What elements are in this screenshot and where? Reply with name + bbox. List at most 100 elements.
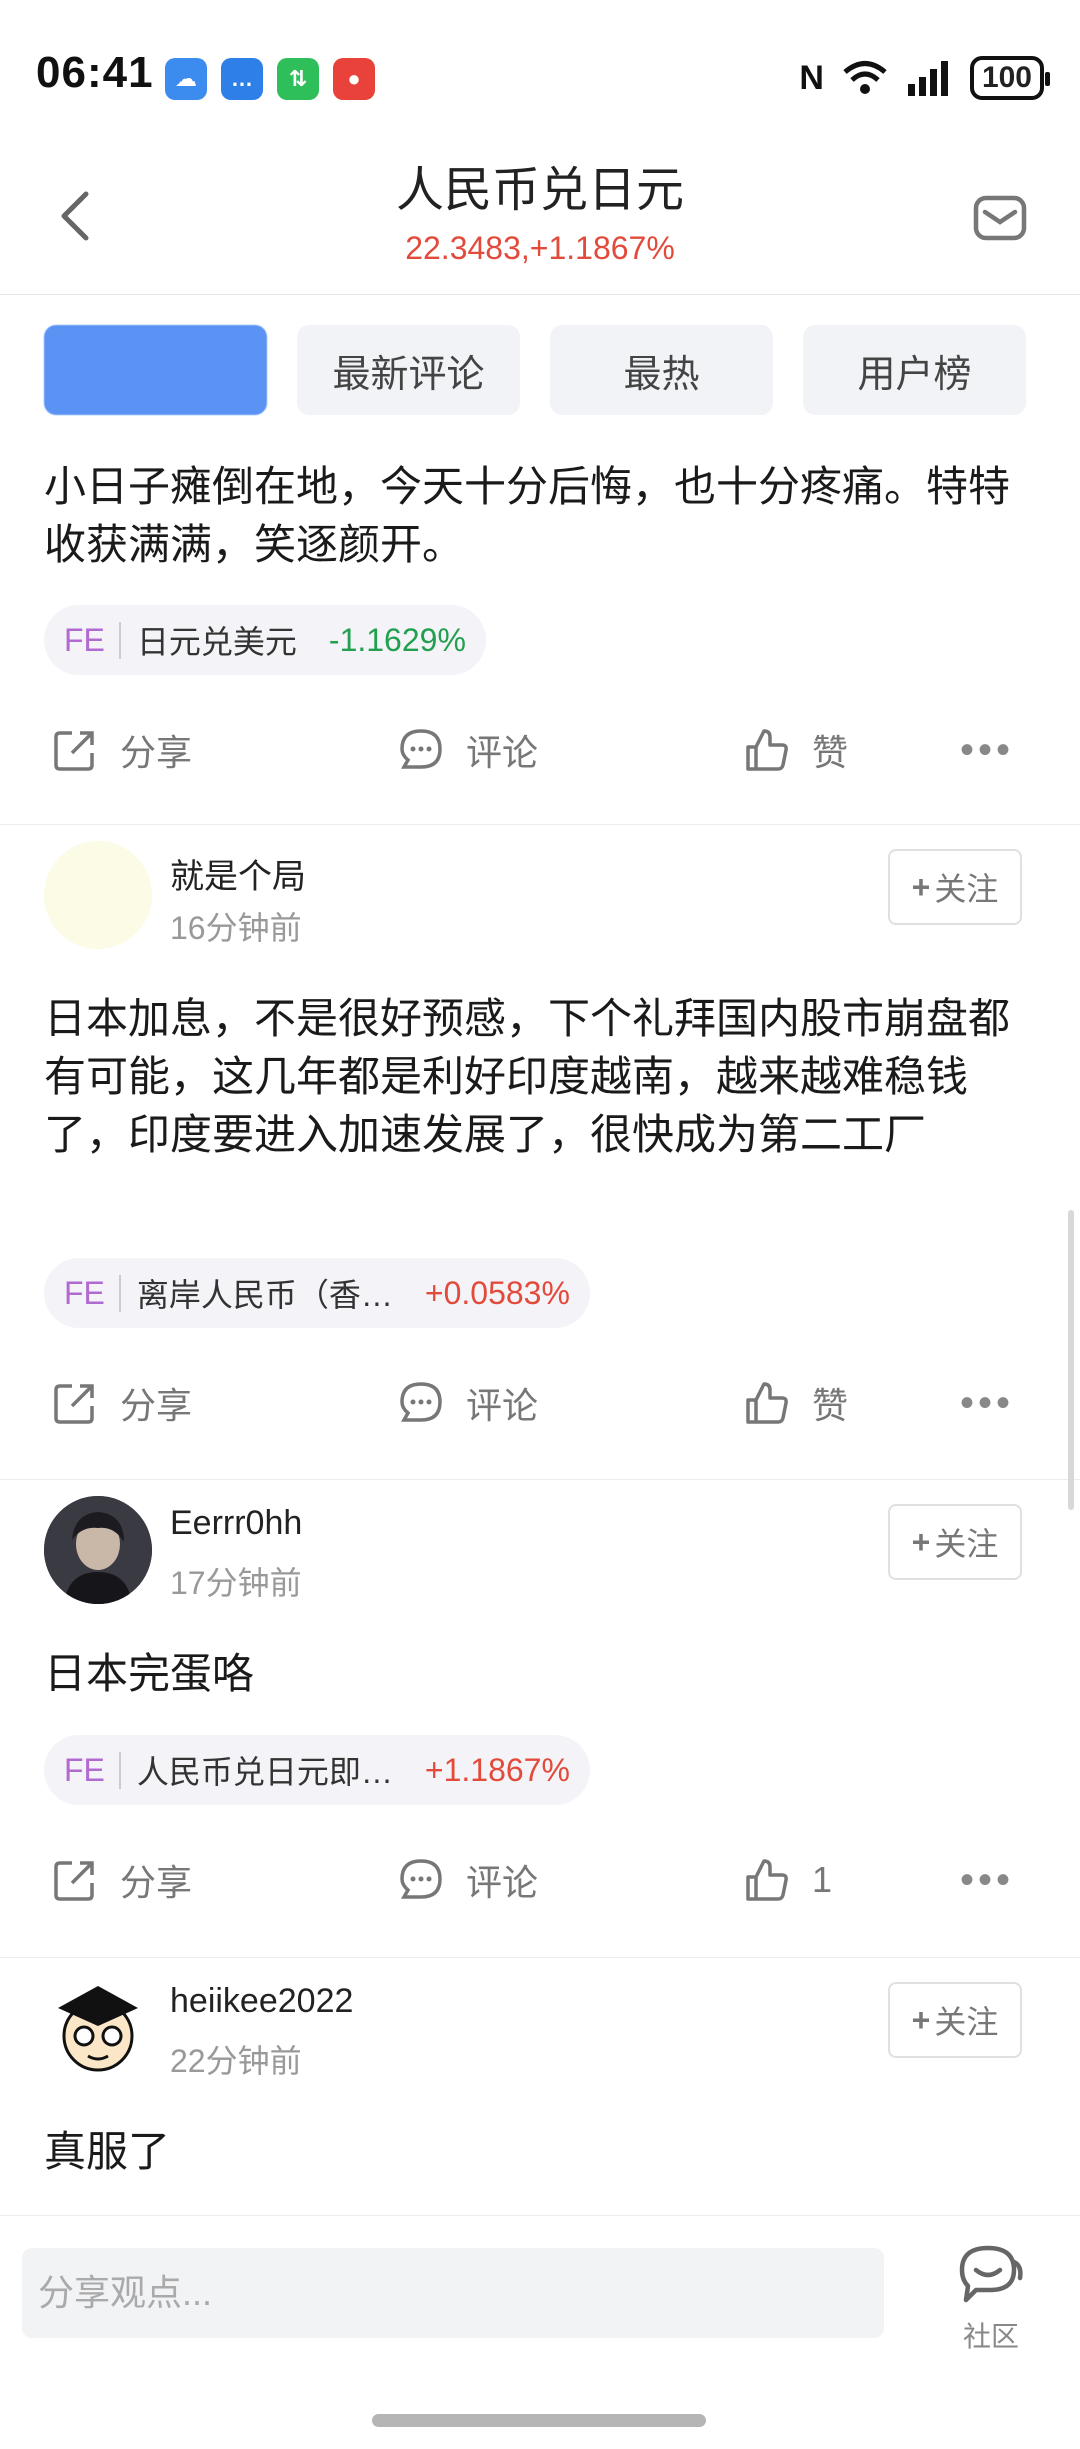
share-icon [54,1861,94,1901]
post-text: 真服了 [44,2128,171,2175]
post-time: 22分钟前 [170,2043,302,2079]
post-card: Eerrr0hh 17分钟前 + 关注 日本完蛋咯 FE 人民币兑日元即… +1… [0,1480,1080,1958]
chip-name: 日元兑美元 [136,624,297,660]
chip-tag: FE [64,1751,121,1789]
signal-icon [907,61,948,96]
share-label: 分享 [120,1385,193,1426]
username[interactable]: 就是个局 [170,849,306,898]
like-button[interactable]: 赞 [744,710,848,790]
more-icon[interactable]: ••• [960,1381,1014,1426]
mail-icon[interactable] [970,188,1030,248]
plus-icon: + [911,1523,931,1560]
chip-change: +1.1867% [424,1751,570,1788]
comment-icon [400,1382,442,1422]
share-button[interactable]: 分享 [52,1363,192,1443]
cloud-app-icon: ☁ [165,58,207,100]
stock-chip[interactable]: FE 日元兑美元 -1.1629% [44,605,486,675]
post-author-row: Eerrr0hh 17分钟前 + 关注 [0,1496,1080,1616]
post-text: 日本完蛋咯 [44,1650,255,1697]
post-text: 日本加息，不是很好预感，下个礼拜国内股市崩盘都有可能，这几年都是利好印度越南，越… [44,995,1011,1158]
wifi-icon [843,61,887,94]
comment-button[interactable]: 评论 [398,1363,538,1443]
post-card: 就是个局 16分钟前 + 关注 日本加息，不是很好预感，下个礼拜国内股市崩盘都有… [0,825,1080,1480]
post-actions: 分享 评论 1 ••• [0,1840,1080,1920]
post-time: 17分钟前 [170,1565,302,1601]
like-count: 1 [812,1859,833,1900]
status-bar: 06:41 ☁ … ⇅ ● N 100 [0,0,1080,150]
plus-icon: + [911,2001,931,2038]
comment-icon [400,729,442,769]
share-opinion-input[interactable] [22,2248,884,2338]
post-card: 小日子瘫倒在地，今天十分后悔，也十分疼痛。特特收获满满，笑逐颜开。 FE 日元兑… [0,450,1080,825]
post-time: 16分钟前 [170,910,302,946]
tab-latest-comments[interactable]: 最新评论 [297,325,520,415]
tab-bar: 最新评论 最热 用户榜 [44,325,1026,415]
home-indicator[interactable] [372,2414,706,2427]
page-title: 人民币兑日元 [395,164,684,217]
like-count: 赞 [812,732,849,773]
tab-featured[interactable] [44,325,267,415]
system-icons: N 100 [799,56,1051,100]
thumbs-up-icon [746,1382,788,1424]
share-button[interactable]: 分享 [52,1840,192,1920]
battery-indicator: 100 [969,56,1051,100]
chip-change: +0.0583% [424,1274,570,1311]
tab-user-ranking[interactable]: 用户榜 [803,325,1026,415]
share-label: 分享 [120,1862,193,1903]
share-icon [54,1384,94,1424]
avatar[interactable] [44,1974,152,2082]
more-icon[interactable]: ••• [960,1858,1014,1903]
follow-button[interactable]: + 关注 [888,849,1022,925]
notification-icons: ☁ … ⇅ ● [165,58,375,100]
more-icon[interactable]: ••• [960,728,1014,773]
like-count: 赞 [812,1385,849,1426]
post-actions: 分享 评论 赞 ••• [0,710,1080,790]
share-button[interactable]: 分享 [52,710,192,790]
share-icon [54,731,94,771]
follow-label: 关注 [934,871,999,907]
chip-change: -1.1629% [328,621,466,658]
community-chat-icon [959,2245,1023,2303]
scrollbar[interactable] [1068,1210,1074,1510]
tab-hottest[interactable]: 最热 [550,325,773,415]
header: 人民币兑日元 22.3483,+1.1867% [0,140,1080,295]
chat-app-icon: … [221,58,263,100]
chip-name: 离岸人民币（香… [136,1277,393,1313]
follow-label: 关注 [934,2004,999,2040]
comment-icon [400,1859,442,1899]
thumbs-up-icon [746,729,788,771]
avatar-image [44,1496,152,1604]
post-actions: 分享 评论 赞 ••• [0,1363,1080,1443]
stock-chip[interactable]: FE 人民币兑日元即… +1.1867% [44,1735,590,1805]
community-label: 社区 [962,2321,1019,2352]
post-text: 小日子瘫倒在地，今天十分后悔，也十分疼痛。特特收获满满，笑逐颜开。 [44,463,1011,568]
plus-icon: + [911,868,931,905]
comment-button[interactable]: 评论 [398,1840,538,1920]
avatar[interactable] [44,841,152,949]
username[interactable]: Eerrr0hh [170,1504,302,1543]
follow-label: 关注 [934,1526,999,1562]
follow-button[interactable]: + 关注 [888,1504,1022,1580]
share-label: 分享 [120,732,193,773]
chip-tag: FE [64,1274,121,1312]
avatar[interactable] [44,1496,152,1604]
nfc-icon: N [799,58,824,97]
post-author-row: heiikee2022 22分钟前 + 关注 [0,1974,1080,2094]
post-card: heiikee2022 22分钟前 + 关注 真服了 [0,1958,1080,2215]
username[interactable]: heiikee2022 [170,1982,353,2021]
follow-button[interactable]: + 关注 [888,1982,1022,2058]
avatar-image [58,1986,138,2072]
post-author-row: 就是个局 16分钟前 + 关注 [0,841,1080,961]
green-app-icon: ⇅ [277,58,319,100]
like-button[interactable]: 赞 [744,1363,848,1443]
status-time: 06:41 [36,48,154,97]
comment-label: 评论 [466,1385,539,1426]
price-change: 22.3483,+1.1867% [405,230,675,266]
stock-chip[interactable]: FE 离岸人民币（香… +0.0583% [44,1258,590,1328]
comment-label: 评论 [466,1862,539,1903]
community-button[interactable]: 社区 [948,2244,1034,2355]
comment-button[interactable]: 评论 [398,710,538,790]
like-button[interactable]: 1 [744,1840,832,1920]
red-app-icon: ● [333,58,375,100]
thumbs-up-icon [746,1859,788,1901]
